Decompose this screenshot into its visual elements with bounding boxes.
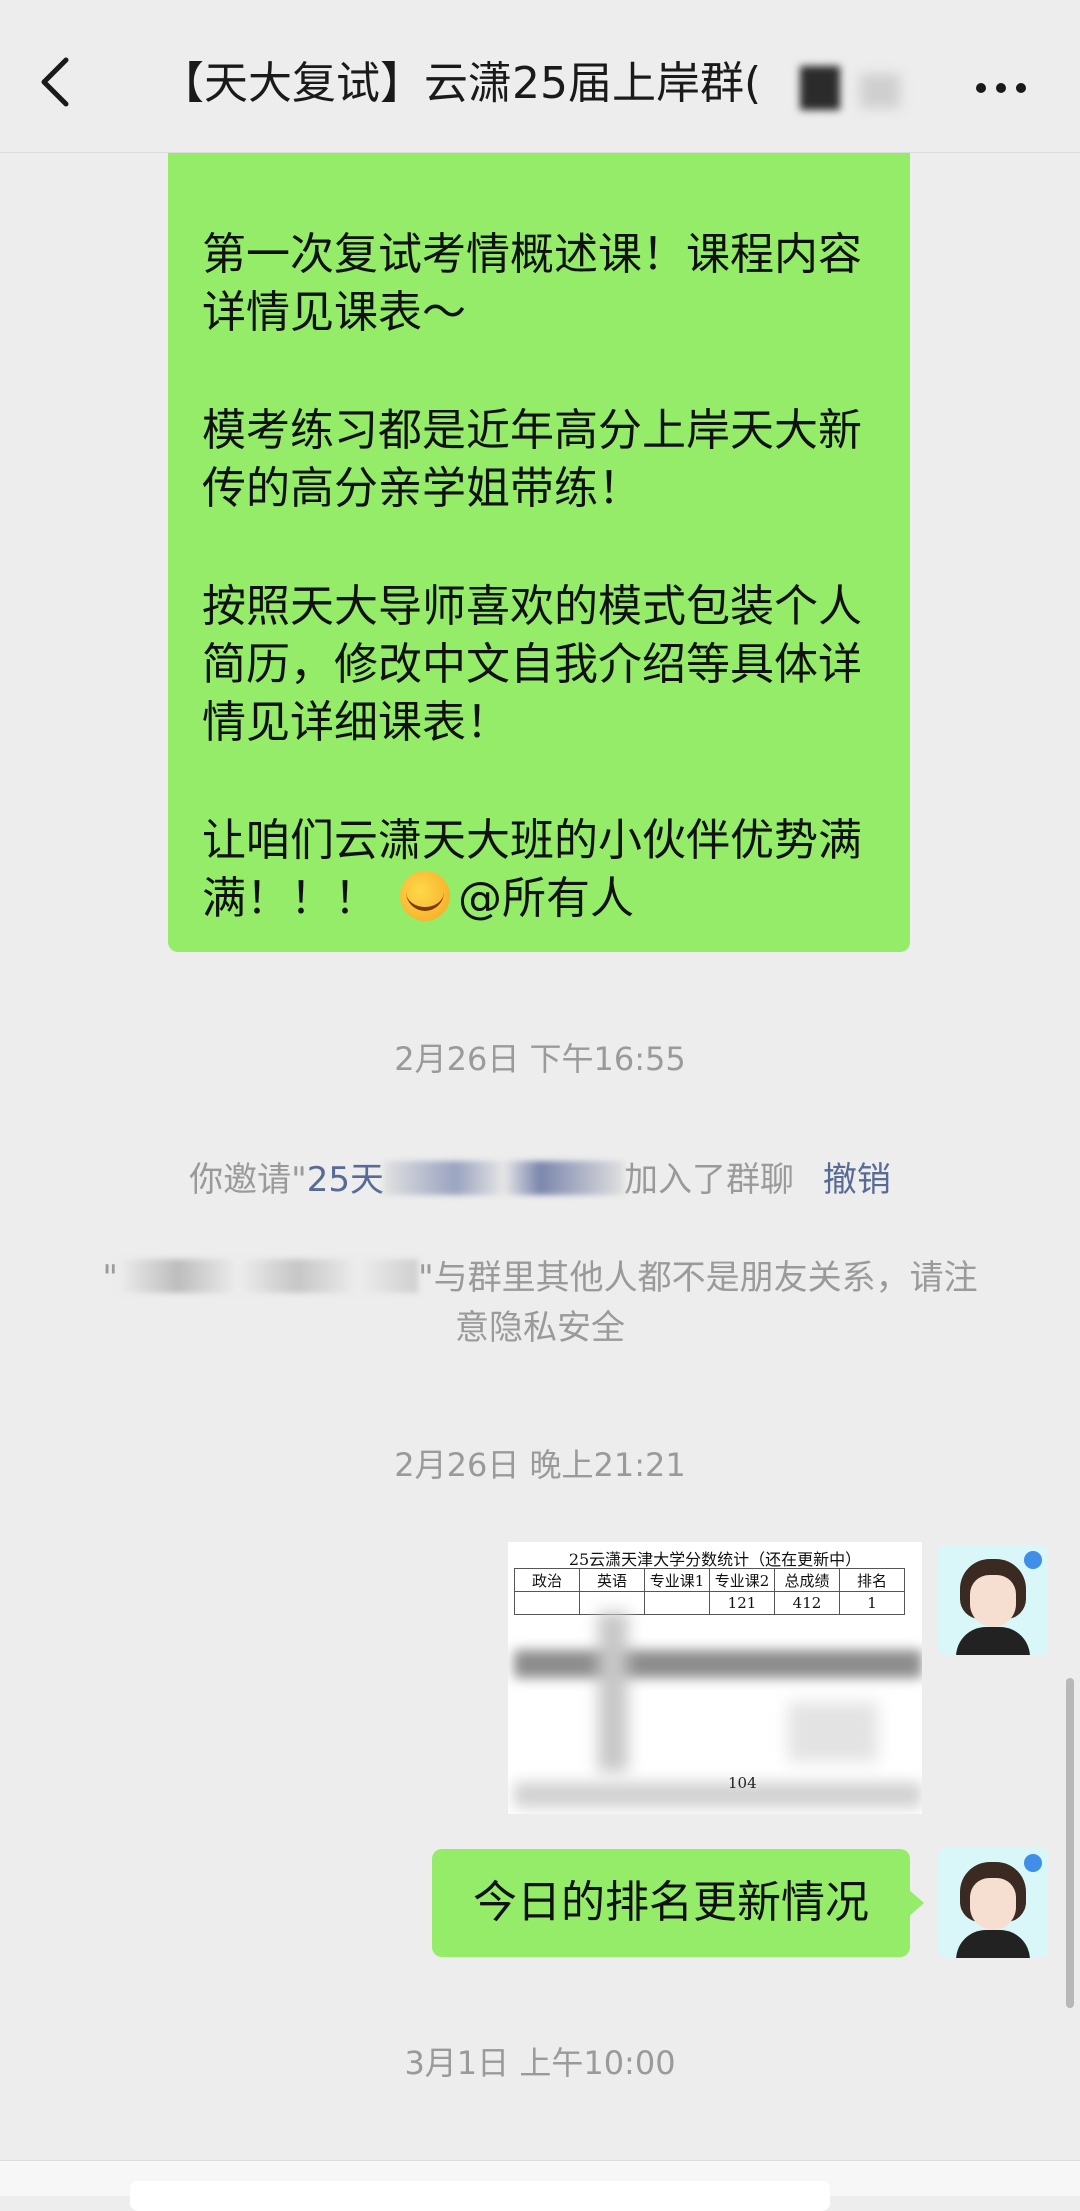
scrollbar[interactable] [1066, 1678, 1074, 2008]
table-cell: 412 [774, 1591, 840, 1615]
table-header-cell: 排名 [839, 1568, 905, 1592]
message-bubble-text[interactable]: 今日的排名更新情况 [432, 1849, 924, 1957]
redaction-smear [788, 1702, 878, 1762]
input-bar [0, 2160, 1080, 2211]
undo-link[interactable]: 撤销 [823, 1160, 891, 1200]
table-header-cell: 政治 [514, 1568, 580, 1592]
table-header-cell: 英语 [579, 1568, 645, 1592]
wink-emoji-icon [400, 871, 450, 921]
system-invite-notice: 你邀请"25天 加入了群聊 撤销 [0, 1152, 1080, 1201]
chevron-left-icon[interactable] [36, 52, 76, 112]
announcement-paragraph-2: 模考练习都是近年高分上岸天大新传的高分亲学姐带练！ [202, 405, 862, 514]
avatar[interactable] [938, 1848, 1048, 1958]
timestamp: 3月1日 上午10:00 [404, 2044, 676, 2082]
table-cell [514, 1591, 580, 1615]
chat-header: 【天大复试】云潇25届上岸群( [0, 0, 1080, 153]
redacted-names [118, 1259, 418, 1293]
avatar[interactable] [938, 1545, 1048, 1655]
table-cell: 1 [839, 1591, 905, 1615]
redacted-name [384, 1161, 625, 1195]
invite-suffix: 加入了群聊 [624, 1160, 795, 1200]
message-bubble-announcement[interactable]: 第一次复试考情概述课！课程内容详情见课表～ 模考练习都是近年高分上岸天大新传的高… [168, 140, 910, 952]
table-row: 121 412 1 [514, 1591, 905, 1615]
timestamp: 2月26日 晚上21:21 [394, 1446, 686, 1484]
table-header-cell: 总成绩 [774, 1568, 840, 1592]
table-image-title: 25云潇天津大学分数统计（还在更新中） [568, 1550, 862, 1569]
announcement-paragraph-1: 第一次复试考情概述课！课程内容详情见课表～ [202, 229, 862, 338]
redaction-smear [514, 1650, 922, 1678]
privacy-text: "与群里其他人都不是朋友关系，请注意隐私安全 [418, 1258, 978, 1348]
image-message-score-table[interactable]: 25云潇天津大学分数统计（还在更新中） 政治 英语 专业课1 专业课2 总成绩 … [508, 1542, 922, 1814]
title-redaction [780, 56, 930, 116]
table-cell: 121 [709, 1591, 775, 1615]
privacy-quote-open: " [102, 1258, 118, 1298]
timestamp: 2月26日 下午16:55 [394, 1040, 686, 1078]
mention-all[interactable]: @所有人 [458, 873, 634, 924]
table-header-cell: 专业课1 [644, 1568, 710, 1592]
invited-name[interactable]: 25天 [307, 1160, 384, 1200]
invite-prefix: 你邀请" [189, 1160, 307, 1200]
table-cell [644, 1591, 710, 1615]
score-table: 政治 英语 专业课1 专业课2 总成绩 排名 121 412 1 [514, 1568, 905, 1615]
table-header-cell: 专业课2 [709, 1568, 775, 1592]
table-cell-value: 104 [728, 1774, 757, 1792]
redaction-smear [598, 1612, 628, 1772]
announcement-paragraph-4: 让咱们云潇天大班的小伙伴优势满满！！！ @所有人 [202, 812, 882, 928]
redaction-smear [514, 1782, 922, 1808]
system-privacy-notice: " "与群里其他人都不是朋友关系，请注意隐私安全 [90, 1253, 990, 1353]
more-dots-icon[interactable] [975, 82, 1027, 94]
message-input[interactable] [130, 2181, 830, 2211]
table-header-row: 政治 英语 专业课1 专业课2 总成绩 排名 [514, 1568, 905, 1592]
announcement-paragraph-3: 按照天大导师喜欢的模式包装个人简历，修改中文自我介绍等具体详情见详细课表！ [202, 581, 862, 748]
